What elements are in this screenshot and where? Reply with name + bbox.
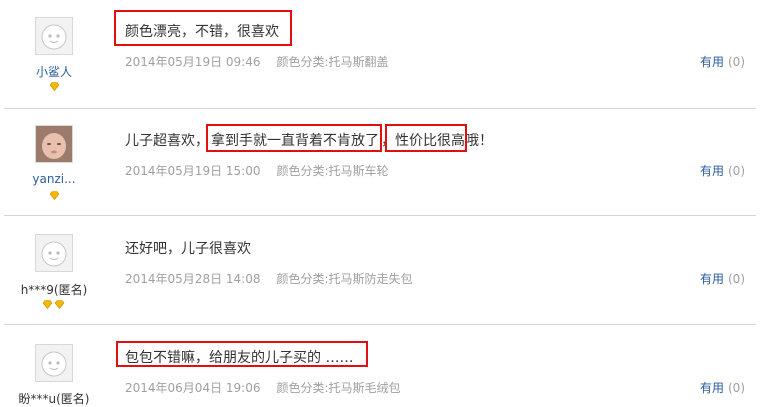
user-photo-avatar[interactable] [35,125,73,163]
reviewer-badges [42,300,65,310]
helpful-button[interactable]: 有用 (0) [700,53,745,70]
review-date: 2014年06月04日 19:06 [125,381,261,395]
reviewer-name[interactable]: 小鲨人 [9,63,99,80]
review-text-part: 还好吧，儿子很喜欢 [125,241,251,257]
reviewer-name[interactable]: 盼***u(匿名) [9,390,99,407]
helpful-count: (0) [728,164,745,178]
default-avatar-icon[interactable] [35,17,73,55]
reviewer-badges [49,191,60,201]
helpful-button[interactable]: 有用 (0) [700,270,745,287]
color-category: 颜色分类:托马斯毛绒包 [276,381,401,395]
helpful-count: (0) [728,381,745,395]
highlight-box [206,124,382,152]
reviewer-badges [49,82,60,92]
review-meta: 2014年05月19日 09:46 颜色分类:托马斯翻盖 [125,53,389,70]
color-category: 颜色分类:托马斯翻盖 [276,55,389,69]
helpful-button[interactable]: 有用 (0) [700,379,745,396]
highlight-box [385,124,467,152]
review-divider [4,215,756,216]
default-avatar-icon[interactable] [35,344,73,382]
review-divider [4,108,756,109]
diamond-badge-icon [49,191,60,201]
helpful-label[interactable]: 有用 [700,164,724,178]
review-text-part: 哦 [465,133,479,149]
review-meta: 2014年06月04日 19:06 颜色分类:托马斯毛绒包 [125,379,401,396]
color-category: 颜色分类:托马斯防走失包 [276,272,413,286]
review-divider [4,324,756,325]
review-date: 2014年05月19日 15:00 [125,164,261,178]
helpful-label[interactable]: 有用 [700,272,724,286]
diamond-badge-icon [42,300,53,310]
helpful-label[interactable]: 有用 [700,55,724,69]
highlight-box [114,10,292,46]
helpful-count: (0) [728,272,745,286]
diamond-badge-icon [49,82,60,92]
color-category: 颜色分类:托马斯车轮 [276,164,389,178]
review-meta: 2014年05月28日 14:08 颜色分类:托马斯防走失包 [125,270,413,287]
review-text: 还好吧，儿子很喜欢 [125,238,251,258]
highlight-box [116,341,368,367]
reviewer-name[interactable]: yanzi... [9,172,99,186]
review-date: 2014年05月19日 09:46 [125,55,261,69]
helpful-count: (0) [728,55,745,69]
helpful-label[interactable]: 有用 [700,381,724,395]
review-text-part: ！ [479,133,493,149]
review-meta: 2014年05月19日 15:00 颜色分类:托马斯车轮 [125,162,389,179]
default-avatar-icon[interactable] [35,234,73,272]
diamond-badge-icon [54,300,65,310]
review-date: 2014年05月28日 14:08 [125,272,261,286]
helpful-button[interactable]: 有用 (0) [700,162,745,179]
review-text-part: 儿子超喜欢， [125,133,209,149]
reviewer-name[interactable]: h***9(匿名) [9,281,99,298]
